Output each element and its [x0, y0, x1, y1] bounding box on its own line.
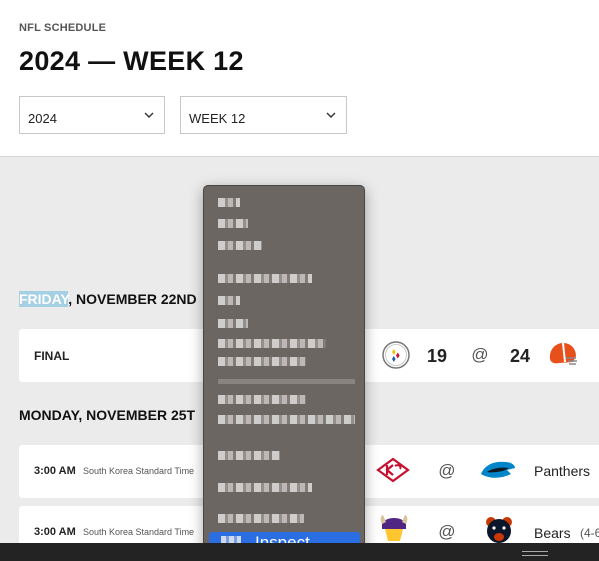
- context-menu-item-obscured[interactable]: [218, 296, 240, 305]
- day-heading-monday: MONDAY, NOVEMBER 25T: [19, 407, 196, 423]
- game-time: 3:00 AM: [34, 526, 76, 538]
- steelers-logo-icon: [382, 341, 410, 369]
- game-timezone: South Korea Standard Time: [83, 466, 195, 476]
- context-menu-item-obscured[interactable]: [218, 274, 312, 283]
- bottom-bar: [0, 543, 599, 561]
- context-menu-item-obscured[interactable]: [218, 339, 326, 348]
- home-team-name: Panthers: [534, 463, 591, 479]
- day-heading-friday: FRIDAY, NOVEMBER 22ND: [19, 291, 197, 307]
- away-score: 19: [427, 346, 448, 366]
- game-status: FINAL: [34, 349, 70, 363]
- context-menu-item-obscured[interactable]: [218, 415, 355, 424]
- schedule-header: NFL SCHEDULE 2024 — WEEK 12 2024 WEEK 12: [0, 0, 599, 157]
- context-menu-item-obscured[interactable]: [218, 241, 262, 250]
- context-menu-separator: [218, 379, 355, 384]
- vikings-logo-icon: [380, 515, 408, 541]
- at-symbol: @: [438, 461, 456, 480]
- day-heading-selected-text: FRIDAY: [19, 291, 69, 307]
- context-menu-item-obscured[interactable]: [218, 198, 240, 207]
- home-team-name: Bears: [534, 525, 571, 541]
- season-select-value: 2024: [28, 111, 57, 126]
- season-select[interactable]: 2024: [19, 96, 165, 134]
- chevron-down-icon: [144, 112, 154, 118]
- context-menu-item-obscured[interactable]: [218, 319, 248, 328]
- home-team-record: (4-6: [580, 526, 599, 540]
- chevron-down-icon: [326, 112, 336, 118]
- context-menu-item-obscured[interactable]: [218, 483, 312, 492]
- context-menu-item-obscured[interactable]: [218, 514, 304, 523]
- at-symbol: @: [471, 345, 489, 364]
- panthers-logo-icon: [481, 461, 515, 478]
- eyebrow-label: NFL SCHEDULE: [19, 22, 107, 34]
- resize-grip-icon[interactable]: [522, 551, 548, 556]
- week-select-value: WEEK 12: [189, 111, 246, 126]
- game-time: 3:00 AM: [34, 465, 76, 477]
- week-select[interactable]: WEEK 12: [180, 96, 347, 134]
- day-heading-date: , NOVEMBER 22ND: [68, 291, 197, 307]
- chiefs-logo-icon: [376, 457, 410, 483]
- game-timezone: South Korea Standard Time: [83, 527, 195, 537]
- bears-logo-icon: [486, 517, 512, 543]
- context-menu-item-obscured[interactable]: [218, 357, 306, 366]
- page-title: 2024 — WEEK 12: [19, 46, 244, 76]
- context-menu-item-obscured[interactable]: [218, 395, 306, 404]
- context-menu: Inspect: [203, 185, 365, 557]
- context-menu-item-obscured[interactable]: [218, 219, 248, 228]
- at-symbol: @: [438, 522, 456, 541]
- browns-helmet-icon: [549, 343, 577, 365]
- home-score: 24: [510, 346, 531, 366]
- context-menu-item-obscured[interactable]: [218, 451, 280, 460]
